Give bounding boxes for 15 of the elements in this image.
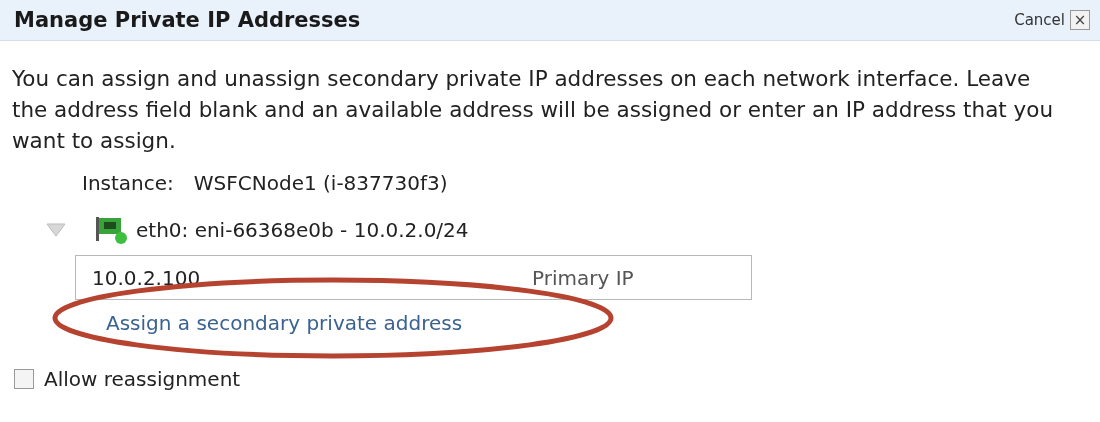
- allow-reassignment-checkbox[interactable]: [14, 369, 34, 389]
- ip-address-field[interactable]: 10.0.2.100 Primary IP: [75, 255, 752, 300]
- instance-value: WSFCNode1 (i-837730f3): [193, 171, 448, 195]
- ip-address-value: 10.0.2.100: [92, 265, 202, 290]
- network-card-icon: [94, 215, 128, 245]
- close-button[interactable]: ×: [1070, 10, 1090, 30]
- primary-ip-tag: Primary IP: [532, 265, 634, 290]
- cancel-link[interactable]: Cancel: [1014, 11, 1065, 29]
- description-text: You can assign and unassign secondary private IP addresses on each network interface. Leave the address field blank and an available address will be assigned or enter an IP address that you want to assign.: [12, 65, 1055, 155]
- allow-reassignment-label: Allow reassignment: [44, 367, 241, 391]
- dialog-title: Manage Private IP Addresses: [14, 8, 361, 32]
- assign-secondary-address-link[interactable]: Assign a secondary private address: [106, 311, 463, 335]
- instance-label: Instance:: [82, 171, 174, 195]
- interface-label: eth0: eni-66368e0b - 10.0.2.0/24: [136, 218, 469, 242]
- expand-triangle-icon[interactable]: [46, 223, 66, 237]
